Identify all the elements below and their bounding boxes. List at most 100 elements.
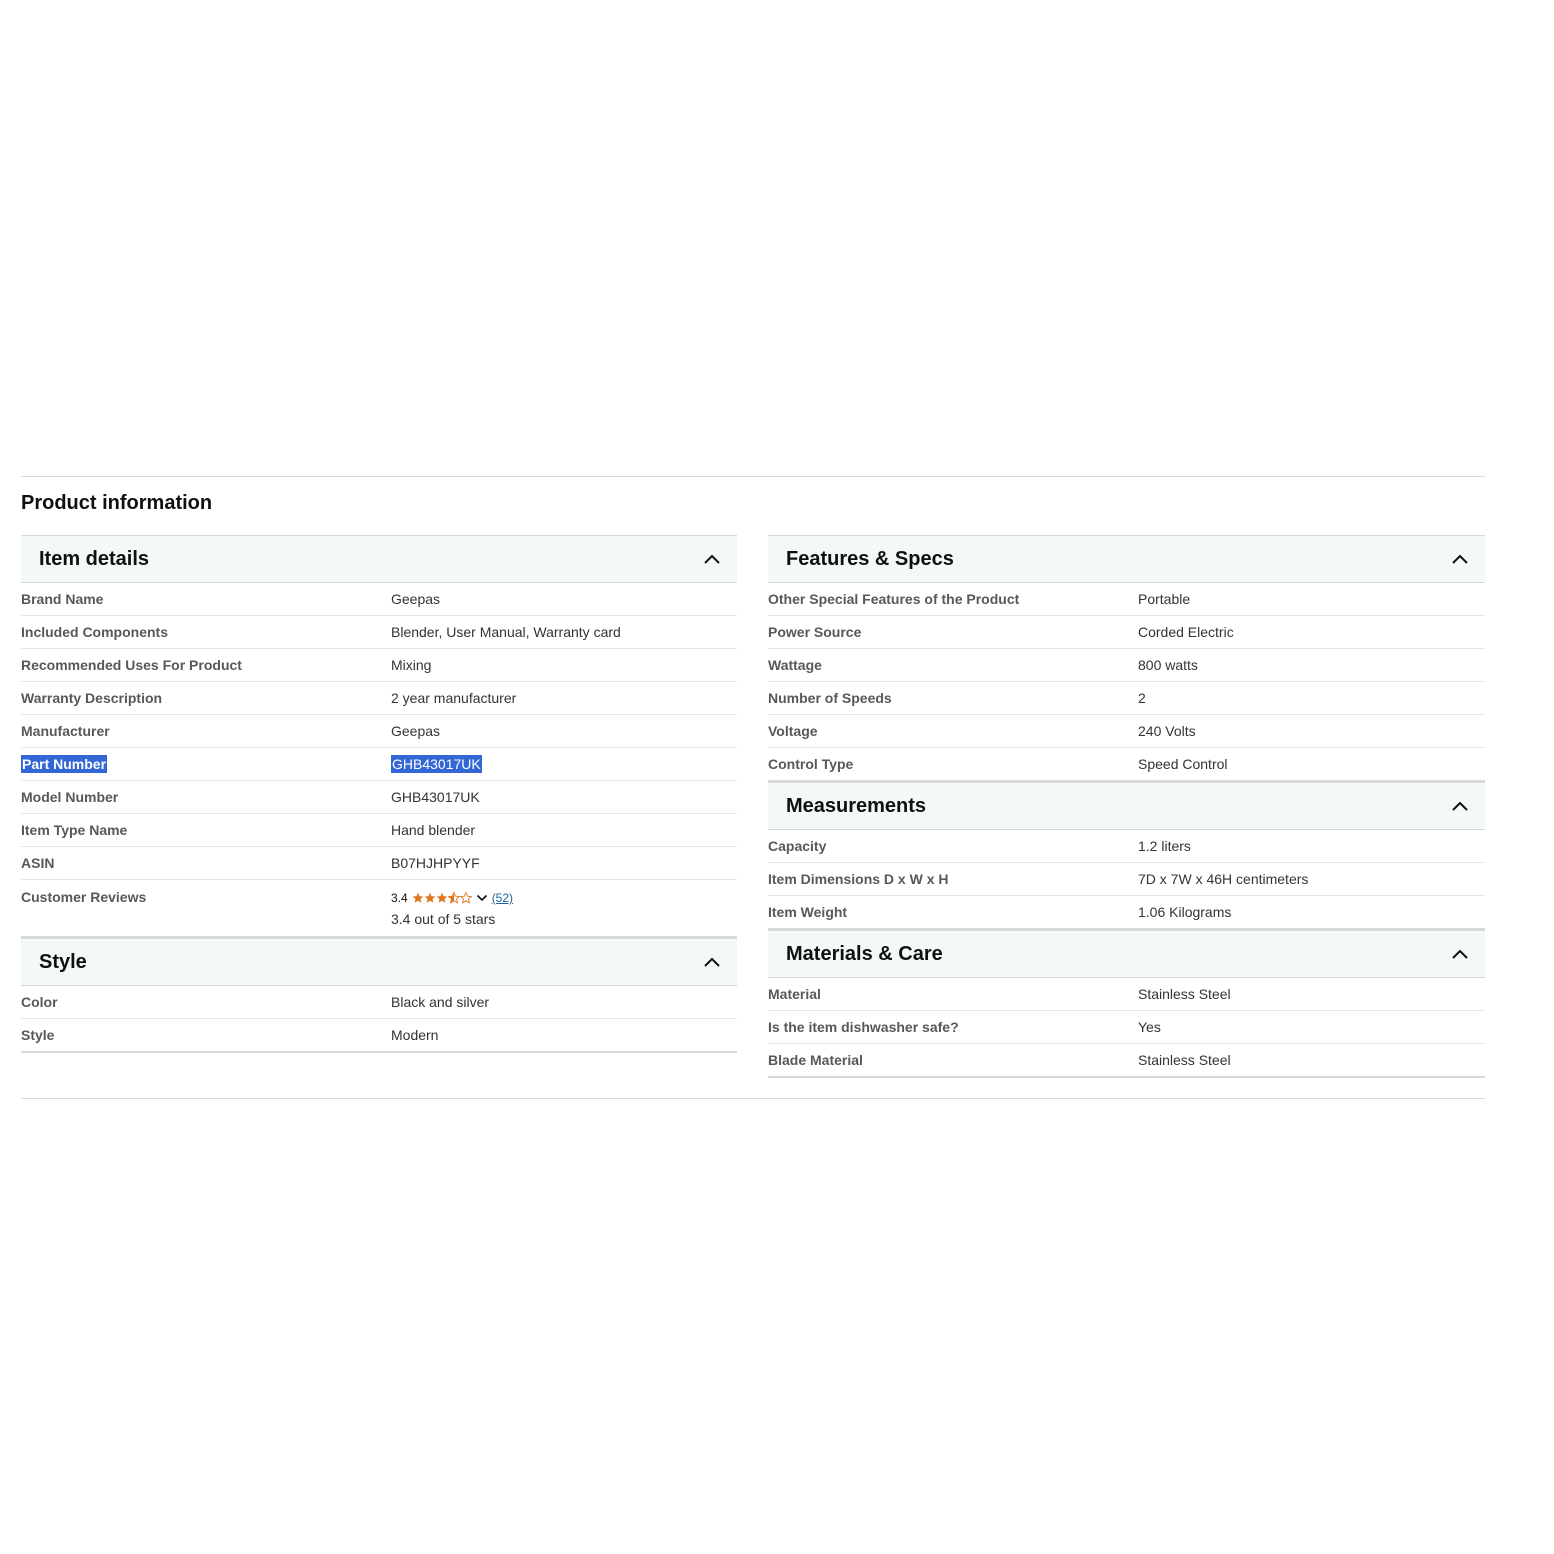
table-row: Model Number GHB43017UK (21, 781, 737, 814)
row-value: Hand blender (391, 822, 476, 838)
chevron-up-icon[interactable] (1451, 550, 1469, 568)
item-details-table: Brand Name Geepas Included Components Bl… (21, 583, 737, 938)
row-key: Capacity (768, 838, 827, 854)
table-row: Item Weight 1.06 Kilograms (768, 896, 1485, 930)
table-row: Number of Speeds 2 (768, 682, 1485, 715)
style-header[interactable]: Style (21, 938, 737, 986)
row-value-selected: GHB43017UK (391, 755, 482, 773)
row-value: 800 watts (1138, 657, 1198, 673)
table-row: ASIN B07HJHPYYF (21, 847, 737, 880)
table-row: Blade Material Stainless Steel (768, 1044, 1485, 1078)
rating-summary: 3.4 out of 5 stars (391, 911, 496, 927)
table-row: Brand Name Geepas (21, 583, 737, 616)
row-value: 2 year manufacturer (391, 690, 517, 706)
table-row: Style Modern (21, 1019, 737, 1053)
table-row: Capacity 1.2 liters (768, 830, 1485, 863)
row-key: Style (21, 1027, 55, 1043)
chevron-up-icon[interactable] (1451, 945, 1469, 963)
review-count-link[interactable]: (52) (492, 891, 513, 905)
row-key: Wattage (768, 657, 822, 673)
row-key: Other Special Features of the Product (768, 591, 1020, 607)
table-row: Other Special Features of the Product Po… (768, 583, 1485, 616)
row-value: Mixing (391, 657, 432, 673)
table-row: Control Type Speed Control (768, 748, 1485, 782)
row-value: 2 (1138, 690, 1146, 706)
style-title: Style (39, 950, 87, 973)
row-key: Number of Speeds (768, 690, 892, 706)
materials-care-header[interactable]: Materials & Care (768, 930, 1485, 978)
measurements-header[interactable]: Measurements (768, 782, 1485, 830)
table-row: Voltage 240 Volts (768, 715, 1485, 748)
row-key: Model Number (21, 789, 119, 805)
row-key: Manufacturer (21, 723, 110, 739)
measurements-title: Measurements (786, 794, 927, 817)
chevron-up-icon[interactable] (703, 550, 721, 568)
row-value: 1.06 Kilograms (1138, 904, 1232, 920)
row-value: Yes (1138, 1019, 1161, 1035)
row-key: Customer Reviews (21, 889, 147, 905)
row-key-selected: Part Number (21, 755, 108, 773)
customer-reviews-row: Customer Reviews 3.4 (52) 3.4 out of 5 s… (21, 880, 737, 938)
row-key: Included Components (21, 624, 168, 640)
table-row: Color Black and silver (21, 986, 737, 1019)
row-key: Item Weight (768, 904, 848, 920)
left-column: Item details Brand Name Geepas Included … (21, 535, 737, 1053)
row-key: Recommended Uses For Product (21, 657, 242, 673)
table-row: Is the item dishwasher safe? Yes (768, 1011, 1485, 1044)
chevron-down-icon[interactable] (476, 892, 488, 904)
table-row-selected: Part Number GHB43017UK (21, 748, 737, 781)
row-value: B07HJHPYYF (391, 855, 480, 871)
row-key: Control Type (768, 756, 854, 772)
table-row: Material Stainless Steel (768, 978, 1485, 1011)
row-key: Brand Name (21, 591, 104, 607)
row-key: Blade Material (768, 1052, 863, 1068)
star-empty-icon (459, 892, 472, 904)
row-key: Color (21, 994, 58, 1010)
right-column: Features & Specs Other Special Features … (768, 535, 1485, 1078)
top-divider (21, 476, 1485, 477)
chevron-up-icon[interactable] (1451, 797, 1469, 815)
item-details-header[interactable]: Item details (21, 535, 737, 583)
row-key: Power Source (768, 624, 862, 640)
star-full-icon (436, 892, 448, 903)
rating-line: 3.4 (52) (391, 891, 737, 905)
row-key: Warranty Description (21, 690, 163, 706)
row-value: Blender, User Manual, Warranty card (391, 624, 621, 640)
row-value: GHB43017UK (391, 789, 480, 805)
row-value: Modern (391, 1027, 439, 1043)
table-row: Manufacturer Geepas (21, 715, 737, 748)
row-value: Stainless Steel (1138, 1052, 1231, 1068)
bottom-divider (21, 1098, 1485, 1099)
table-row: Item Type Name Hand blender (21, 814, 737, 847)
row-value: Speed Control (1138, 756, 1228, 772)
row-value: Geepas (391, 723, 441, 739)
row-key: ASIN (21, 855, 55, 871)
rating-number: 3.4 (391, 891, 408, 905)
features-specs-table: Other Special Features of the Product Po… (768, 583, 1485, 782)
table-row: Warranty Description 2 year manufacturer (21, 682, 737, 715)
row-value: Portable (1138, 591, 1191, 607)
row-key: Is the item dishwasher safe? (768, 1019, 959, 1035)
row-key: Voltage (768, 723, 818, 739)
chevron-up-icon[interactable] (703, 953, 721, 971)
star-half-icon (447, 892, 460, 904)
row-value: Corded Electric (1138, 624, 1234, 640)
row-key: Item Dimensions D x W x H (768, 871, 949, 887)
row-value: 240 Volts (1138, 723, 1196, 739)
measurements-table: Capacity 1.2 liters Item Dimensions D x … (768, 830, 1485, 930)
row-value: 1.2 liters (1138, 838, 1191, 854)
item-details-title: Item details (39, 547, 150, 570)
materials-care-title: Materials & Care (786, 942, 943, 965)
star-full-icon (424, 892, 436, 903)
materials-care-table: Material Stainless Steel Is the item dis… (768, 978, 1485, 1078)
row-value: Black and silver (391, 994, 490, 1010)
features-specs-header[interactable]: Features & Specs (768, 535, 1485, 583)
table-row: Power Source Corded Electric (768, 616, 1485, 649)
table-row: Recommended Uses For Product Mixing (21, 649, 737, 682)
star-rating[interactable] (412, 892, 472, 904)
row-value: Geepas (391, 591, 441, 607)
table-row: Included Components Blender, User Manual… (21, 616, 737, 649)
style-table: Color Black and silver Style Modern (21, 986, 737, 1053)
row-key: Material (768, 986, 821, 1002)
table-row: Wattage 800 watts (768, 649, 1485, 682)
